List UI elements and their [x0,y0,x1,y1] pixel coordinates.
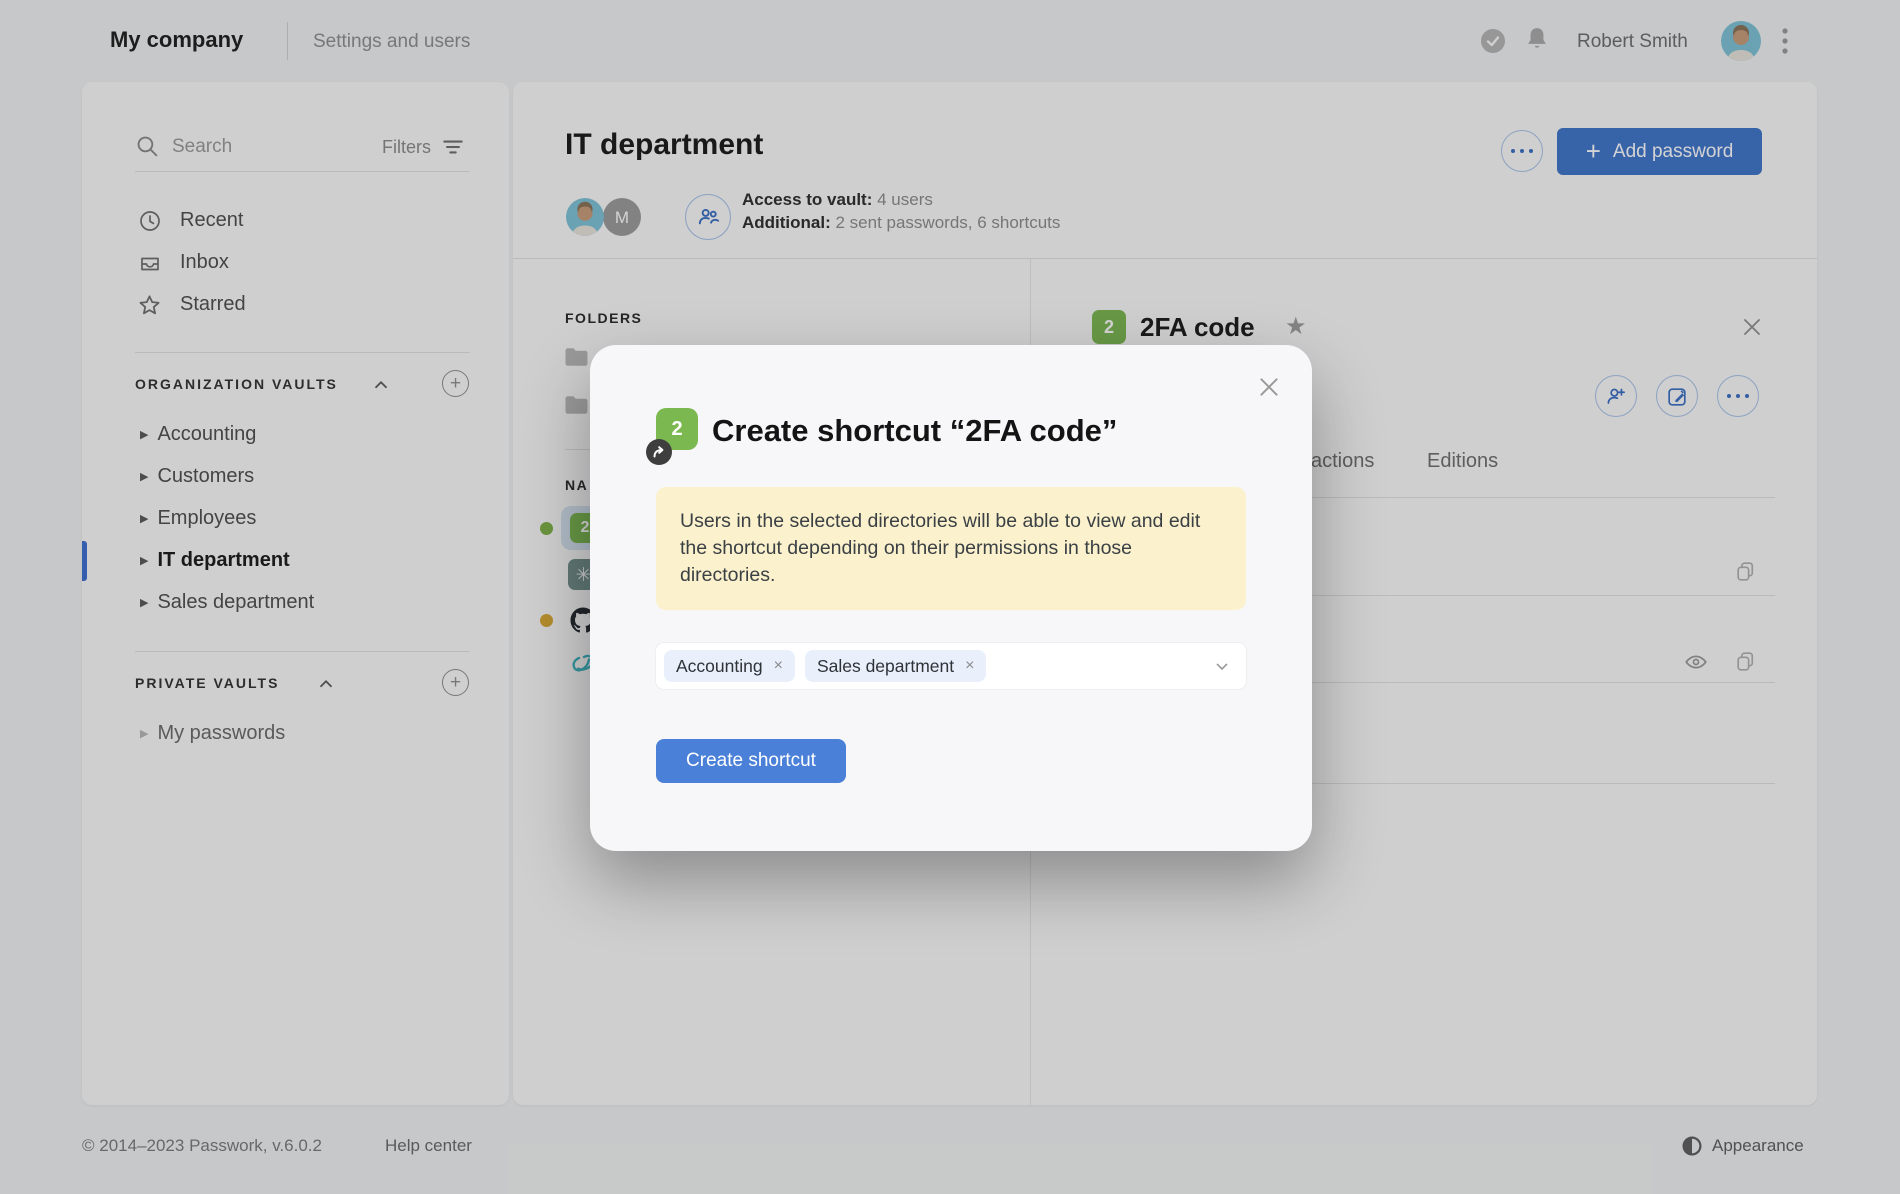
remove-tag-icon[interactable]: × [774,657,783,675]
tag-accounting: Accounting × [664,650,795,682]
chevron-down-icon[interactable] [1212,656,1232,676]
modal-title: Create shortcut “2FA code” [712,413,1117,449]
modal-note: Users in the selected directories will b… [656,487,1246,610]
app-root: My company Settings and users Robert Smi… [0,0,1900,1194]
close-modal-icon[interactable] [1257,375,1281,399]
create-shortcut-modal: 2 Create shortcut “2FA code” Users in th… [590,345,1312,851]
create-shortcut-button[interactable]: Create shortcut [656,739,846,783]
remove-tag-icon[interactable]: × [965,657,974,675]
shortcut-arrow-badge-icon [645,438,673,466]
directories-select[interactable]: Accounting × Sales department × [656,643,1246,689]
tag-sales-department: Sales department × [805,650,987,682]
